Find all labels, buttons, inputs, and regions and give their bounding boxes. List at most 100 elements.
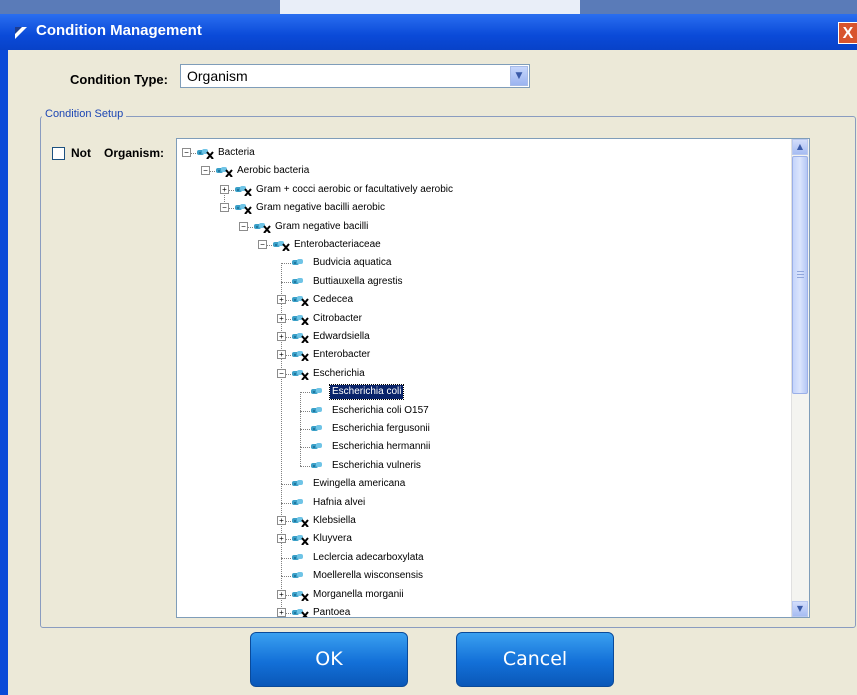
expand-icon[interactable]: + — [277, 350, 286, 360]
tree-item-label: Enterobacteriaceae — [294, 239, 381, 250]
tree-item-label: Gram + cocci aerobic or facultatively ae… — [256, 183, 454, 195]
tree-item-label: Gram negative bacilli — [275, 220, 369, 232]
tree-item-label: Leclercia adecarboxylata — [313, 551, 424, 563]
organism-icon — [311, 443, 322, 450]
organism-x-icon — [235, 185, 252, 196]
tree-item-label: Bacteria — [218, 147, 255, 158]
organism-icon — [292, 572, 303, 579]
tree-item-label: Escherichia hermannii — [332, 441, 431, 453]
scroll-up-icon[interactable]: ▲ — [792, 139, 808, 155]
tree-scrollbar[interactable]: ▲ ▼ — [791, 139, 809, 617]
tree-connector — [281, 373, 282, 485]
collapse-icon[interactable]: − — [182, 148, 191, 157]
tree-item-label: Escherichia fergusonii — [332, 423, 430, 434]
expand-icon[interactable]: + — [277, 313, 286, 323]
collapse-icon[interactable]: − — [277, 368, 286, 378]
dialog-body: Condition Type: Organism ▼ Condition Set… — [8, 50, 857, 695]
organism-x-icon — [292, 333, 309, 343]
tree-connector — [281, 484, 282, 503]
tree-item-label: Ewingella americana — [313, 478, 406, 490]
organism-label: Organism: — [104, 146, 165, 160]
condition-type-select[interactable]: Organism ▼ — [180, 64, 530, 88]
condition-type-value: Organism — [187, 68, 248, 84]
organism-icon — [311, 406, 322, 413]
condition-setup-legend: Condition Setup — [42, 108, 127, 120]
collapse-icon[interactable]: − — [239, 221, 248, 231]
organism-x-icon — [197, 149, 214, 159]
organism-icon — [292, 553, 303, 560]
organism-x-icon — [216, 167, 233, 178]
tree-item-label: Pantoea — [313, 607, 351, 618]
organism-x-icon — [235, 204, 252, 215]
grip-line — [797, 277, 804, 278]
grip-line — [797, 271, 804, 272]
tree-item-label: Gram negative bacilli aerobic — [256, 202, 385, 214]
tree-item-label: Escherichia coli — [328, 384, 405, 401]
organism-icon — [292, 480, 303, 487]
tree-connector — [281, 263, 282, 282]
organism-x-icon — [254, 222, 271, 233]
organism-x-icon — [292, 296, 309, 307]
not-checkbox[interactable] — [52, 147, 65, 160]
tree-connector — [300, 410, 301, 429]
condition-management-window: Condition Management X Condition Type: O… — [0, 14, 857, 695]
desktop-strip — [0, 0, 857, 14]
tree-item-label: Morganella morganii — [313, 588, 404, 600]
close-button[interactable]: X — [838, 22, 857, 44]
tree-item-label: Kluyvera — [313, 533, 352, 545]
window-title: Condition Management — [36, 22, 202, 39]
ok-button[interactable]: OK — [250, 632, 408, 687]
organism-icon — [292, 259, 303, 266]
tree-item-label: Enterobacter — [313, 349, 371, 361]
organism-icon — [311, 425, 322, 431]
organism-x-icon — [292, 609, 309, 617]
expand-icon[interactable]: + — [277, 295, 286, 305]
tree-connector — [300, 447, 301, 466]
expand-icon[interactable]: + — [277, 608, 286, 617]
organism-icon — [311, 461, 322, 468]
organism-x-icon — [292, 351, 309, 362]
tree-item-label: Buttiauxella agrestis — [313, 275, 403, 287]
tree-item-label: Edwardsiella — [313, 331, 370, 342]
tree-item-label: Escherichia vulneris — [332, 459, 421, 471]
collapse-icon[interactable]: − — [258, 240, 267, 249]
expand-icon[interactable]: + — [220, 184, 229, 194]
collapse-icon[interactable]: − — [201, 166, 210, 176]
tree-item-label: Escherichia — [313, 367, 365, 379]
tree-item-label: Cedecea — [313, 294, 354, 306]
tree-item-label: Moellerella wisconsensis — [313, 570, 424, 582]
tree-connector — [300, 429, 301, 448]
organism-x-icon — [273, 241, 290, 251]
scroll-down-icon[interactable]: ▼ — [792, 601, 808, 617]
expand-icon[interactable]: + — [277, 534, 286, 544]
chevron-down-icon[interactable]: ▼ — [510, 66, 528, 86]
condition-type-label: Condition Type: — [70, 72, 168, 87]
tree-item-label: Klebsiella — [313, 515, 356, 526]
cancel-button[interactable]: Cancel — [456, 632, 614, 687]
scroll-thumb[interactable] — [792, 156, 808, 394]
organism-x-icon — [292, 590, 309, 601]
organism-x-icon — [292, 314, 309, 325]
tree-connector — [281, 557, 282, 577]
organism-x-icon — [292, 369, 309, 380]
organism-icon — [311, 388, 322, 395]
title-bar[interactable]: Condition Management X — [0, 14, 857, 50]
expand-icon[interactable]: + — [277, 516, 286, 525]
tree-item-label: Citrobacter — [313, 312, 362, 324]
organism-tree[interactable]: − Bacteria − Aerobic bacteria + Gram + cocci … — [176, 138, 810, 618]
organism-icon — [292, 277, 303, 284]
collapse-icon[interactable]: − — [220, 203, 229, 213]
organism-x-icon — [292, 517, 309, 527]
expand-icon[interactable]: + — [277, 332, 286, 341]
organism-x-icon — [292, 535, 309, 546]
expand-icon[interactable]: + — [277, 589, 286, 599]
desktop-strip-highlight — [280, 0, 580, 14]
organism-icon — [292, 498, 303, 505]
tree-item-label: Aerobic bacteria — [237, 165, 310, 177]
not-label: Not — [71, 146, 91, 160]
tree-item-label: Hafnia alvei — [313, 496, 366, 508]
tree-item-label: Escherichia coli O157 — [332, 404, 429, 416]
grip-line — [797, 274, 804, 275]
tree-item-label: Budvicia aquatica — [313, 257, 392, 269]
tree-connector — [300, 392, 301, 411]
